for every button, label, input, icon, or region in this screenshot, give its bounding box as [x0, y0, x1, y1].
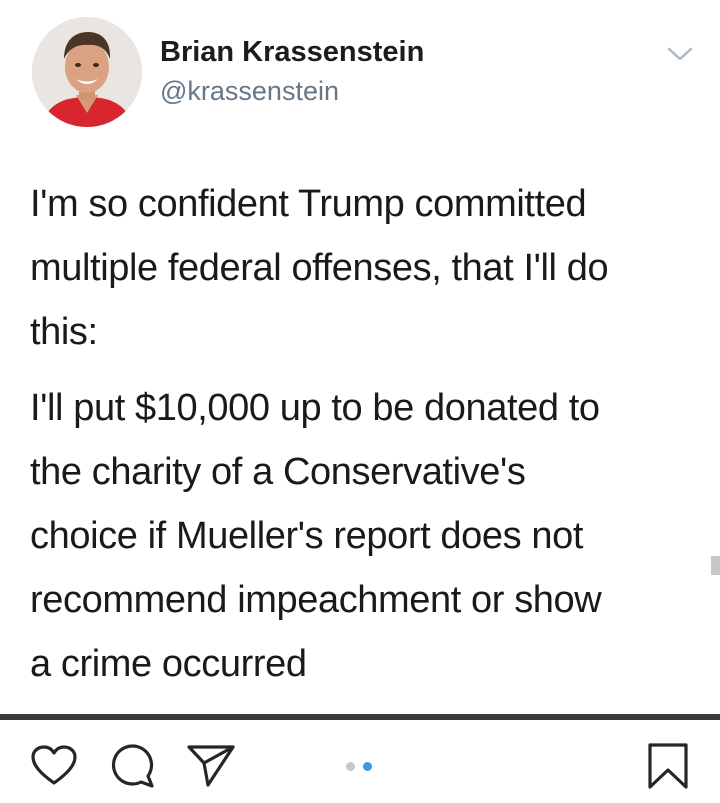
avatar-photo	[32, 17, 142, 127]
avatar[interactable]	[32, 17, 142, 127]
tweet-paragraph: I'll put $10,000 up to be donated to the…	[30, 387, 602, 685]
send-icon[interactable]	[186, 744, 236, 793]
author-handle[interactable]: @krassenstein	[160, 76, 339, 107]
bookmark-icon[interactable]	[647, 742, 689, 795]
comment-icon[interactable]	[108, 743, 156, 794]
tweet-text: I'm so confident Trump committed multipl…	[30, 172, 710, 708]
action-bar	[0, 720, 720, 803]
chevron-down-icon[interactable]	[666, 45, 694, 63]
carousel-dot[interactable]	[346, 762, 355, 771]
tweet-card: Brian Krassenstein @krassenstein I'm so …	[0, 0, 720, 716]
scrollbar-thumb[interactable]	[711, 556, 720, 575]
author-name[interactable]: Brian Krassenstein	[160, 36, 424, 69]
tweet-paragraph: I'm so confident Trump committed multipl…	[30, 183, 609, 353]
carousel-dot-active[interactable]	[363, 762, 372, 771]
heart-icon[interactable]	[30, 744, 78, 791]
